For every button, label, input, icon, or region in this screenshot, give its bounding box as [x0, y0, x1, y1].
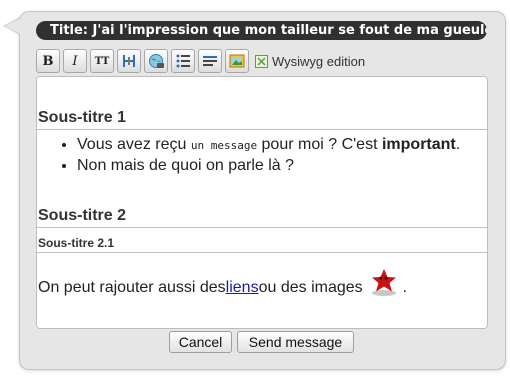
wysiwyg-label: Wysiwyg edition [272, 53, 366, 69]
teletype-button[interactable]: TT [90, 49, 114, 73]
heading-sous-titre-1: Sous-titre 1 [37, 107, 487, 130]
bubble-pointer [4, 18, 20, 34]
cancel-button[interactable]: Cancel [169, 331, 232, 353]
heading-icon [123, 55, 135, 67]
paragraph-button[interactable] [198, 49, 222, 73]
bold-button[interactable]: B [36, 49, 60, 73]
link-button[interactable] [144, 49, 168, 73]
message-editor[interactable]: Sous-titre 1 Vous avez reçu un message p… [36, 76, 488, 329]
heading-button[interactable] [117, 49, 141, 73]
paragraph: On peut rajouter aussi des liens ou des … [38, 269, 407, 303]
inline-code: un message [190, 139, 258, 152]
image-icon [229, 54, 245, 68]
heading-sous-titre-2-1: Sous-titre 2.1 [37, 235, 487, 253]
list-item: Vous avez reçu un message pour moi ? C'e… [77, 135, 460, 156]
star-image [367, 267, 401, 297]
paragraph-icon [203, 56, 217, 66]
strong-text: important [381, 136, 456, 153]
send-message-button[interactable]: Send message [237, 331, 354, 353]
bullet-list-icon [176, 54, 190, 68]
italic-button[interactable]: I [63, 49, 87, 73]
bullet-list: Vous avez reçu un message pour moi ? C'e… [59, 135, 460, 176]
message-title: Title: J'ai l'impression que mon tailleu… [36, 21, 487, 40]
wysiwyg-checkbox[interactable] [255, 54, 268, 68]
red-star-icon [371, 269, 396, 296]
list-button[interactable] [171, 49, 195, 73]
list-item: Non mais de quoi on parle là ? [77, 156, 460, 176]
globe-link-icon [148, 53, 164, 68]
editor-toolbar: B I TT Wysiwyg edition [36, 48, 365, 74]
link-liens[interactable]: liens [226, 276, 259, 300]
image-button[interactable] [225, 49, 249, 73]
heading-sous-titre-2: Sous-titre 2 [37, 205, 487, 228]
wysiwyg-toggle[interactable]: Wysiwyg edition [255, 54, 365, 69]
x-mark-icon [257, 56, 266, 66]
